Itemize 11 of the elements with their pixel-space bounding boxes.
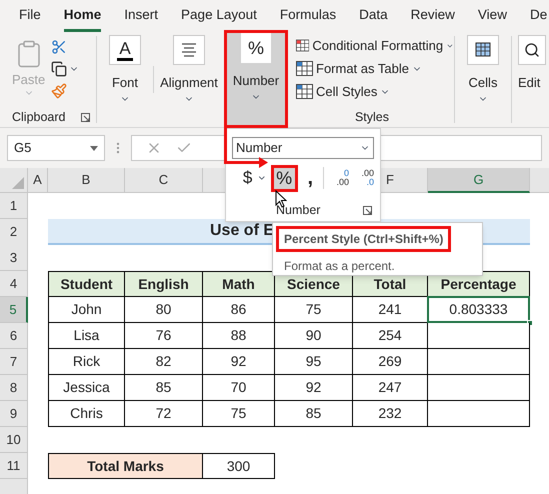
group-label: Clipboard: [12, 108, 66, 126]
percent-icon: %: [241, 33, 271, 63]
group-label: Styles: [354, 109, 390, 126]
header-cell: Math: [203, 271, 275, 297]
total-label-cell: Total Marks: [48, 453, 203, 479]
total-value-cell: 300: [203, 453, 275, 479]
tooltip-title: Percent Style (Ctrl+Shift+%): [276, 226, 452, 252]
header-cell: English: [125, 271, 203, 297]
font-icon: A: [109, 35, 141, 65]
group-label: Number: [276, 202, 320, 219]
header-cell: Student: [48, 271, 125, 297]
